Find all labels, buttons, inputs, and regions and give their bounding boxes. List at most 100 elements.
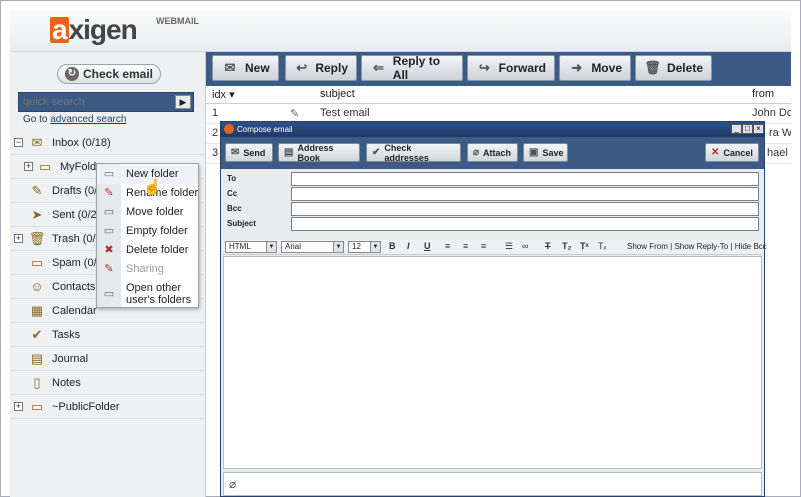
- italic-icon[interactable]: I: [407, 241, 410, 251]
- message-editor[interactable]: [223, 256, 762, 469]
- bold-icon[interactable]: B: [389, 241, 396, 251]
- expand-icon[interactable]: +: [14, 402, 23, 411]
- row-idx: 3: [212, 147, 219, 159]
- main-toolbar: ✉ New ↩ Reply ⇐ Reply to All ↪ Forward ➜ Move…: [206, 52, 791, 86]
- subject-label: Subject: [227, 219, 256, 228]
- compose-title-bar[interactable]: Compose email _ □ ×: [221, 122, 764, 137]
- row-from: ra W: [769, 127, 791, 139]
- maximize-icon[interactable]: □: [742, 124, 753, 134]
- menu-item-open-other-folders[interactable]: ▭ Open other user's folders: [97, 280, 198, 307]
- compose-toolbar: ✉ Send ▤ Address Book ✔ Check addresses ⌀ At…: [221, 137, 764, 169]
- forward-icon: ↪: [478, 60, 490, 75]
- align-left-icon[interactable]: ≡: [445, 241, 450, 251]
- subject-field[interactable]: [291, 217, 759, 231]
- to-label: To: [227, 174, 237, 183]
- save-button[interactable]: ▣ Save: [523, 143, 568, 162]
- delete-button[interactable]: 🗑 Delete: [635, 55, 712, 81]
- strikethrough-icon[interactable]: T: [545, 241, 551, 251]
- cc-field[interactable]: [291, 187, 759, 201]
- reply-all-icon: ⇐: [372, 60, 384, 75]
- align-right-icon[interactable]: ≡: [481, 241, 486, 251]
- folder-label: Journal: [52, 352, 89, 365]
- underline-icon[interactable]: U: [424, 241, 431, 251]
- font-value: Arial: [285, 242, 302, 251]
- address-book-button[interactable]: ▤ Address Book: [278, 142, 360, 163]
- check-email-label: Check email: [82, 67, 154, 81]
- superscript-icon[interactable]: Tˣ: [580, 241, 589, 251]
- close-icon[interactable]: ×: [753, 124, 764, 134]
- link-icon[interactable]: ∞: [522, 241, 528, 251]
- idx-column-header[interactable]: idx ▾: [212, 88, 235, 101]
- folder-public[interactable]: + ▭ ~PublicFolder: [10, 395, 206, 419]
- forward-button[interactable]: ↪ Forward: [467, 55, 555, 81]
- collapse-icon[interactable]: −: [14, 138, 23, 147]
- cancel-icon: ✕: [711, 147, 720, 158]
- compose-title: Compose email: [237, 125, 293, 134]
- mode-select[interactable]: HTML ▼: [225, 241, 277, 253]
- check-email-button[interactable]: ↻ Check email: [57, 64, 161, 84]
- list-header: idx ▾ subject from: [206, 86, 791, 104]
- row-from: John Do: [752, 107, 791, 119]
- show-from-link[interactable]: Show From: [627, 242, 668, 251]
- refresh-icon: ↻: [64, 67, 79, 81]
- cc-label: Cc: [227, 189, 238, 198]
- new-label: New: [245, 61, 270, 75]
- send-icon: ✉: [231, 147, 240, 158]
- menu-item-move-folder[interactable]: ▭ Move folder: [97, 203, 198, 222]
- folder-journal[interactable]: ▤ Journal: [10, 347, 206, 371]
- folder-label: Contacts: [52, 280, 96, 293]
- quick-search-input[interactable]: [19, 93, 171, 111]
- show-reply-to-link[interactable]: Show Reply-To: [674, 242, 728, 251]
- check-addresses-button[interactable]: ✔ Check addresses: [366, 143, 461, 163]
- align-center-icon[interactable]: ≡: [463, 241, 468, 251]
- menu-item-label: Empty folder: [126, 225, 188, 237]
- folder-inbox[interactable]: − ✉ Inbox (0/18): [10, 131, 206, 155]
- folder-tasks[interactable]: ✔ Tasks: [10, 323, 206, 347]
- address-book-icon: ▤: [284, 147, 294, 158]
- notes-icon: ▯: [33, 374, 41, 390]
- trash-icon: 🗑: [28, 230, 46, 246]
- folder-label: Calendar: [52, 304, 97, 317]
- move-label: Move: [591, 61, 622, 75]
- save-icon: ▣: [529, 147, 539, 158]
- attach-button[interactable]: ⌀ Attach: [467, 143, 518, 162]
- compose-window: Compose email _ □ × ✉ Send ▤ Address Book …: [220, 121, 767, 497]
- font-select[interactable]: Arial ▼: [281, 241, 344, 253]
- advanced-search-link[interactable]: advanced search: [50, 114, 126, 125]
- to-field[interactable]: [291, 172, 759, 186]
- public-folder-icon: ▭: [30, 398, 44, 414]
- clear-format-icon[interactable]: Tₓ: [598, 241, 606, 251]
- address-book-label: Address Book: [297, 142, 334, 163]
- reply-button[interactable]: ↩ Reply: [285, 55, 357, 81]
- move-button[interactable]: ➜ Move: [559, 55, 631, 81]
- send-button[interactable]: ✉ Send: [225, 143, 273, 162]
- hide-bcc-link[interactable]: Hide Bcc: [735, 242, 767, 251]
- folder-label: Sent (0/2: [52, 208, 97, 221]
- inbox-icon: ✉: [31, 134, 43, 150]
- folder-label: Notes: [52, 376, 81, 389]
- subject-column-header[interactable]: subject: [320, 88, 355, 100]
- folder-notes[interactable]: ▯ Notes: [10, 371, 206, 395]
- minimize-icon[interactable]: _: [731, 124, 742, 134]
- bcc-field[interactable]: [291, 202, 759, 216]
- open-line1: Open other: [126, 282, 182, 294]
- cancel-button[interactable]: ✕ Cancel: [705, 143, 759, 162]
- subscript-icon[interactable]: T₂: [562, 241, 572, 251]
- menu-item-label: Open other user's folders: [126, 282, 191, 306]
- new-button[interactable]: ✉ New: [212, 55, 279, 81]
- search-go-icon[interactable]: ▶: [175, 95, 191, 109]
- expand-icon[interactable]: +: [24, 162, 33, 171]
- row-subject: Test email: [320, 107, 370, 119]
- logo-text: xigen: [68, 14, 138, 45]
- send-label: Send: [243, 147, 266, 158]
- format-toolbar: HTML ▼ Arial ▼ 12 ▼ B I U ≡ ≡ ≡ ☰ ∞ T T₂ Tˣ…: [223, 240, 767, 255]
- menu-item-delete-folder[interactable]: ✖ Delete folder: [97, 241, 198, 260]
- size-select[interactable]: 12 ▼: [348, 241, 381, 253]
- bullet-list-icon[interactable]: ☰: [505, 241, 513, 252]
- from-column-header[interactable]: from: [752, 88, 774, 100]
- reply-all-button[interactable]: ⇐ Reply to All: [361, 54, 463, 82]
- check-addresses-icon: ✔: [372, 147, 381, 158]
- menu-item-sharing: ✎ Sharing: [97, 260, 198, 279]
- menu-item-empty-folder[interactable]: ▭ Empty folder: [97, 222, 198, 241]
- expand-icon[interactable]: +: [14, 234, 23, 243]
